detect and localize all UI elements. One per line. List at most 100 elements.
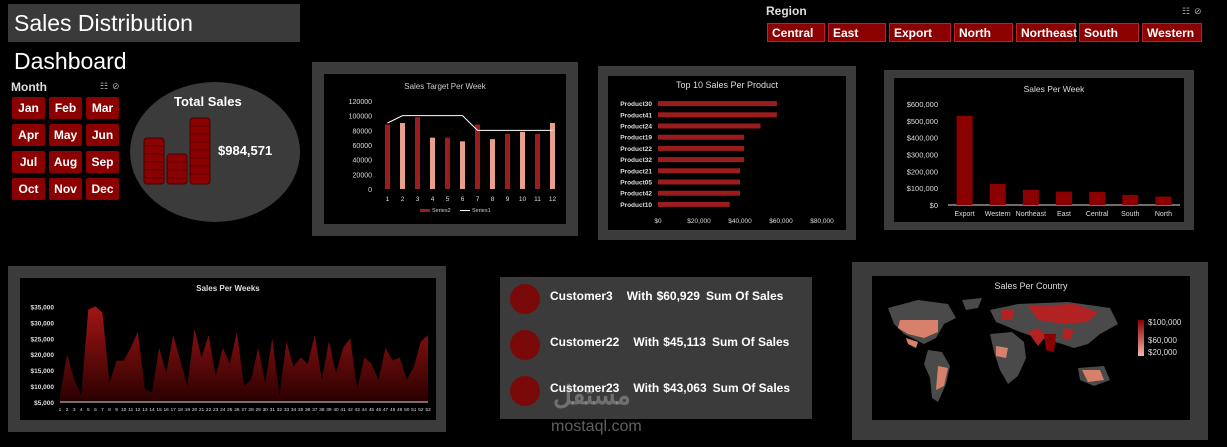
- bar: [658, 145, 745, 151]
- region-button-south[interactable]: South: [1079, 23, 1139, 42]
- x-tick-label: 37: [312, 407, 318, 413]
- month-button-mar[interactable]: Mar: [86, 97, 119, 119]
- y-tick-label: Product22: [620, 146, 652, 153]
- customer-amount: $43,063: [663, 381, 707, 395]
- month-button-apr[interactable]: Apr: [12, 124, 45, 146]
- month-button-jun[interactable]: Jun: [86, 124, 119, 146]
- x-tick-label: 7: [101, 407, 104, 413]
- y-tick-label: $0: [930, 201, 938, 210]
- month-button-nov[interactable]: Nov: [49, 178, 82, 200]
- month-button-jul[interactable]: Jul: [12, 151, 45, 173]
- region-button-northeast[interactable]: Northeast: [1016, 23, 1077, 42]
- area-series: [60, 306, 428, 402]
- x-tick-label: 12: [135, 407, 141, 413]
- y-tick-label: $15,000: [31, 368, 55, 375]
- y-tick-label: Product32: [620, 157, 652, 164]
- region-slicer: Region ☷ ⊘ Central East Export North Northea…: [762, 2, 1208, 44]
- bar-series2: [400, 123, 405, 189]
- x-tick-label: 19: [185, 407, 191, 413]
- region-button-north[interactable]: North: [954, 23, 1013, 42]
- x-tick-label: 3: [73, 407, 76, 413]
- bar-series2: [520, 131, 525, 189]
- x-tick-label: 20: [192, 407, 198, 413]
- y-tick-label: $600,000: [907, 100, 938, 109]
- bar-series2: [445, 137, 450, 189]
- multi-select-icon[interactable]: ☷: [100, 81, 108, 92]
- customer-with: With: [633, 381, 660, 395]
- region-button-east[interactable]: East: [828, 23, 886, 42]
- region-button-export[interactable]: Export: [889, 23, 951, 42]
- x-tick-label: 50: [404, 407, 410, 413]
- x-tick-label: 8: [108, 407, 111, 413]
- map-legend-bar: [1138, 320, 1144, 356]
- x-tick-label: $60,000: [769, 218, 793, 225]
- x-tick-label: $80,000: [810, 218, 834, 225]
- sales-target-chart: Sales Target Per Week 0 20000 40000 60000 800…: [349, 82, 557, 214]
- month-button-oct[interactable]: Oct: [12, 178, 45, 200]
- y-tick-label: $30,000: [31, 320, 55, 327]
- y-tick-label: $300,000: [907, 151, 938, 160]
- bar: [658, 201, 730, 207]
- x-tick-label: 2: [401, 196, 405, 203]
- x-tick-label: 35: [298, 407, 304, 413]
- month-button-aug[interactable]: Aug: [49, 151, 82, 173]
- y-tick-label: Product05: [620, 180, 652, 187]
- x-tick-label: 3: [416, 196, 420, 203]
- x-tick-label: 16: [164, 407, 170, 413]
- x-tick-label: 43: [355, 407, 361, 413]
- x-tick-label: 44: [362, 407, 368, 413]
- total-sales-card: Total Sales $984,571: [130, 82, 300, 222]
- bar-series2: [460, 141, 465, 189]
- top-customers-panel: Customer3 With $60,929 Sum Of Sales Customer…: [500, 277, 812, 419]
- clear-filter-icon[interactable]: ⊘: [1194, 6, 1202, 17]
- sales-region-chart: Sales Per Week $0 $100,000 $200,000 $300,000…: [907, 84, 1180, 218]
- x-tick-label: 1: [59, 407, 62, 413]
- x-tick-label: 49: [397, 407, 403, 413]
- customer-row: Customer3 With $60,929 Sum Of Sales: [500, 281, 810, 321]
- bar: [658, 123, 761, 129]
- x-tick-label: 10: [121, 407, 127, 413]
- bar: [658, 101, 777, 107]
- sales-target-panel: Sales Target Per Week 0 20000 40000 60000 800…: [312, 62, 578, 236]
- customer-suffix: Sum Of Sales: [711, 335, 790, 349]
- clear-filter-icon[interactable]: ⊘: [112, 81, 120, 92]
- x-tick-label: 24: [220, 407, 226, 413]
- month-button-feb[interactable]: Feb: [49, 97, 82, 119]
- bar: [1155, 196, 1172, 205]
- chart-title: Sales Target Per Week: [404, 82, 487, 91]
- customer-with: With: [626, 289, 653, 303]
- watermark-logo: مستقل: [553, 380, 631, 410]
- customer-row: Customer23 With $43,063 Sum Of Sales: [500, 373, 810, 413]
- sales-region-panel: Sales Per Week $0 $100,000 $200,000 $300,000…: [884, 70, 1194, 230]
- x-tick-label: 13: [142, 407, 148, 413]
- x-tick-label: 4: [80, 407, 83, 413]
- coins-icon: [143, 117, 211, 185]
- month-button-jan[interactable]: Jan: [12, 97, 45, 119]
- x-tick-label: 32: [277, 407, 283, 413]
- x-tick-label: 46: [376, 407, 382, 413]
- x-tick-label: Export: [954, 211, 974, 218]
- x-tick-label: 22: [206, 407, 212, 413]
- y-tick-label: $10,000: [31, 384, 55, 391]
- bar-series2: [475, 124, 480, 189]
- region-button-central[interactable]: Central: [767, 23, 825, 42]
- watermark-text: mostaql.com: [551, 418, 642, 435]
- x-tick-label: 42: [348, 407, 354, 413]
- bar: [658, 190, 740, 196]
- bar: [956, 115, 973, 205]
- x-tick-label: 26: [234, 407, 240, 413]
- map-legend-min: $20,000: [1148, 348, 1177, 357]
- x-tick-label: 5: [87, 407, 90, 413]
- region-button-western[interactable]: Western: [1142, 23, 1202, 42]
- month-button-may[interactable]: May: [49, 124, 82, 146]
- month-button-sep[interactable]: Sep: [86, 151, 119, 173]
- month-button-dec[interactable]: Dec: [86, 178, 119, 200]
- bar-series2: [430, 137, 435, 189]
- total-sales-label: Total Sales: [174, 94, 242, 109]
- multi-select-icon[interactable]: ☷: [1182, 6, 1190, 17]
- x-tick-label: 36: [305, 407, 311, 413]
- y-tick-label: Product10: [620, 202, 652, 209]
- y-tick-label: 80000: [353, 128, 373, 135]
- x-tick-label: 8: [491, 196, 495, 203]
- x-tick-label: East: [1057, 211, 1071, 218]
